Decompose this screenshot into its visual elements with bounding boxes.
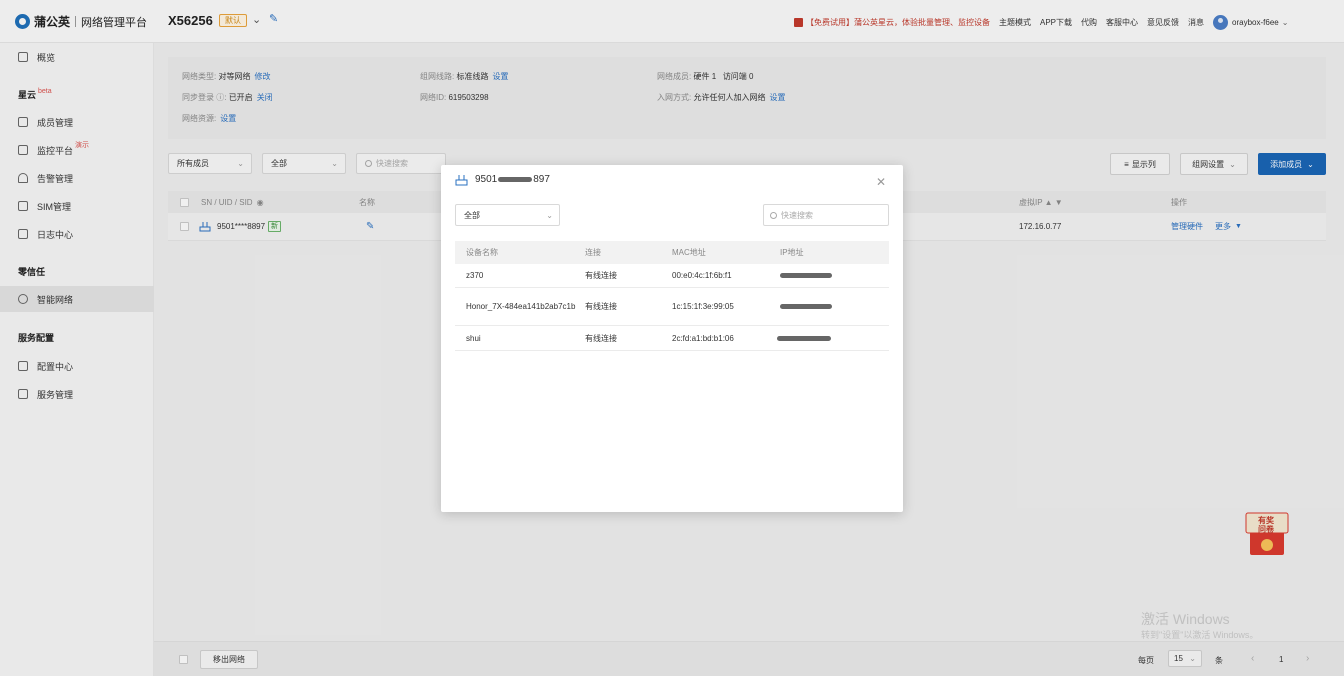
modal-title: 9501 897: [475, 174, 550, 185]
table-row: Honor_7X-484ea141b2ab7c1b 有线连接 1c:15:1f:…: [455, 288, 889, 326]
masked-text: [498, 176, 533, 182]
column-header-device-name: 设备名称: [466, 248, 498, 257]
masked-ip: [777, 335, 831, 341]
search-icon: [770, 211, 777, 219]
masked-ip: [780, 304, 832, 309]
device-search-input[interactable]: 快速搜索: [763, 204, 889, 226]
column-header-connection: 连接: [585, 248, 601, 257]
close-icon[interactable]: ✕: [876, 175, 886, 189]
device-filter-select[interactable]: 全部 ⌄: [455, 204, 560, 226]
column-header-ip: IP地址: [780, 248, 804, 257]
chevron-down-icon: ⌄: [546, 210, 553, 220]
table-row: shui 有线连接 2c:fd:a1:bd:b1:06: [455, 326, 889, 351]
column-header-mac: MAC地址: [672, 248, 706, 257]
device-list-modal: 9501 897 ✕ 全部 ⌄ 快速搜索 设备名称 连接 MAC地址 IP地址 z3…: [441, 165, 903, 512]
masked-ip: [780, 273, 832, 278]
table-row: z370 有线连接 00:e0:4c:1f:6b:f1: [455, 264, 889, 288]
device-table-header: 设备名称 连接 MAC地址 IP地址: [455, 241, 889, 264]
router-icon: [455, 175, 468, 186]
